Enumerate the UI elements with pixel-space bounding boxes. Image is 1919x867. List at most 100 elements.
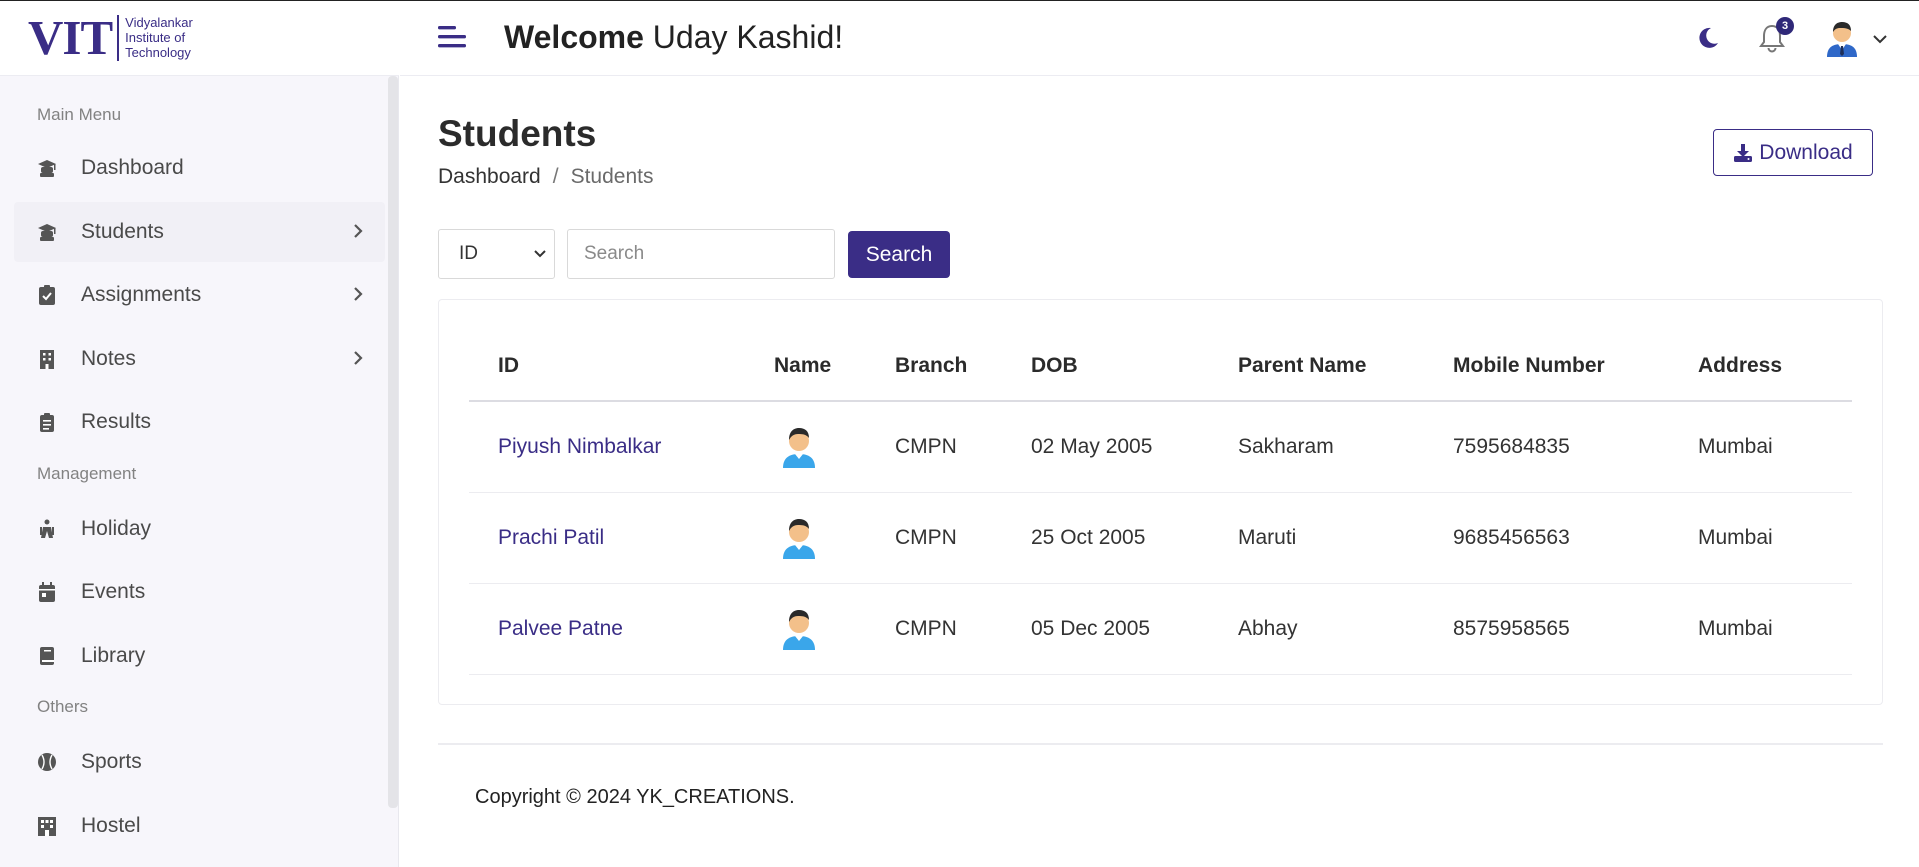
student-address: Mumbai [1698,435,1773,458]
baseball-icon [36,751,58,773]
column-header-mobile-number: Mobile Number [1453,354,1605,377]
select-value: ID [459,243,478,264]
download-label: Download [1759,140,1853,164]
page-title: Students [438,113,597,154]
sidebar: VIT Vidyalankar Institute of Technology … [0,1,399,867]
logo-area: VIT Vidyalankar Institute of Technology [0,1,399,76]
breadcrumb-current: Students [570,165,654,188]
hotel-icon [36,815,58,837]
sidebar-item-label: Dashboard [81,156,184,179]
student-address: Mumbai [1698,617,1773,640]
logo-line-2: Institute of [125,30,186,45]
table-row: Piyush Nimbalkar CMPN 02 May 2005 Sakhar… [469,402,1852,493]
graduate-icon [36,157,58,179]
clipboard-check-icon [36,284,58,306]
sidebar-item-holiday[interactable]: Holiday [14,499,385,559]
student-mobile: 8575958565 [1453,617,1570,640]
download-button[interactable]: Download [1713,129,1873,176]
welcome-label: Welcome [504,19,644,55]
student-dob: 02 May 2005 [1031,435,1153,458]
calendar-icon [36,581,58,603]
sidebar-item-label: Library [81,644,146,667]
column-header-parent-name: Parent Name [1238,354,1367,377]
student-parent-name: Abhay [1238,617,1298,640]
student-avatar [783,519,815,559]
chevron-right-icon [354,351,363,365]
footer-copyright: Copyright © 2024 YK_CREATIONS. [475,786,795,808]
column-header-branch: Branch [895,354,968,377]
user-avatar[interactable] [1824,19,1860,57]
sidebar-item-label: Holiday [81,517,152,540]
chevron-down-icon[interactable] [1873,34,1887,44]
building-icon [36,348,58,370]
search-button[interactable]: Search [848,231,950,278]
student-dob: 25 Oct 2005 [1031,526,1146,549]
student-id-link[interactable]: Palvee Patne [498,617,623,641]
student-branch: CMPN [895,526,957,549]
sidebar-item-notes[interactable]: Notes [14,329,385,389]
student-parent-name: Sakharam [1238,435,1334,458]
section-main-menu: Main Menu [37,105,122,124]
chevron-right-icon [354,287,363,301]
breadcrumb: Dashboard / Students [438,165,653,189]
sidebar-item-assignments[interactable]: Assignments [14,265,385,325]
student-id-link[interactable]: Piyush Nimbalkar [498,435,661,459]
clipboard-list-icon [36,411,58,433]
student-parent-name: Maruti [1238,526,1297,549]
table-row: Palvee Patne CMPN 05 Dec 2005 Abhay 8575… [469,584,1852,675]
student-branch: CMPN [895,617,957,640]
footer-divider [438,743,1883,745]
sidebar-item-hostel[interactable]: Hostel [14,796,385,856]
student-address: Mumbai [1698,526,1773,549]
section-management: Management [37,464,137,483]
sidebar-item-label: Students [81,220,164,243]
sidebar-item-results[interactable]: Results [14,392,385,452]
column-header-address: Address [1698,354,1783,377]
column-header-id: ID [498,354,519,377]
student-mobile: 7595684835 [1453,435,1570,458]
student-id-link[interactable]: Prachi Patil [498,526,604,550]
sidebar-item-label: Results [81,410,152,433]
logo-divider [117,14,120,61]
sidebar-item-students[interactable]: Students [14,202,385,262]
table-row: Prachi Patil CMPN 25 Oct 2005 Maruti 968… [469,493,1852,584]
sidebar-item-sports[interactable]: Sports [14,732,385,792]
dark-mode-moon-icon[interactable] [1696,26,1720,50]
section-others: Others [37,697,89,716]
chevron-down-icon [534,250,546,258]
sidebar-scrollbar[interactable] [388,76,398,808]
student-mobile: 9685456563 [1453,526,1570,549]
logo-line-3: Technology [125,45,191,60]
sidebar-item-label: Hostel [81,814,141,837]
welcome-message: Welcome Uday Kashid! [504,19,843,56]
student-branch: CMPN [895,435,957,458]
menu-toggle-icon[interactable] [437,23,467,53]
sidebar-item-label: Assignments [81,283,202,306]
holiday-icon [36,518,58,540]
student-avatar [783,428,815,468]
graduate-icon [36,221,58,243]
download-icon [1734,143,1753,162]
top-header: Welcome Uday Kashid! 3 [400,1,1919,76]
sidebar-item-events[interactable]: Events [14,562,385,622]
sidebar-item-library[interactable]: Library [14,626,385,686]
search-field-select[interactable]: ID [438,229,555,279]
book-icon [36,645,58,667]
breadcrumb-dashboard-link[interactable]: Dashboard [438,165,541,189]
student-dob: 05 Dec 2005 [1031,617,1151,640]
sidebar-item-label: Notes [81,347,136,370]
student-avatar [783,610,815,650]
search-input[interactable] [567,229,835,279]
sidebar-item-dashboard[interactable]: Dashboard [14,138,385,198]
vit-logo[interactable]: VIT Vidyalankar Institute of Technology [28,13,193,62]
user-name: Uday Kashid! [652,19,844,55]
column-header-name: Name [774,354,832,377]
column-header-dob: DOB [1031,354,1078,377]
sidebar-item-label: Events [81,580,146,603]
breadcrumb-separator: / [552,165,559,188]
sidebar-item-label: Sports [81,750,142,773]
logo-line-1: Vidyalankar [125,15,193,30]
chevron-right-icon [354,224,363,238]
notification-count-badge: 3 [1776,17,1794,35]
logo-text: Vidyalankar Institute of Technology [125,15,193,60]
